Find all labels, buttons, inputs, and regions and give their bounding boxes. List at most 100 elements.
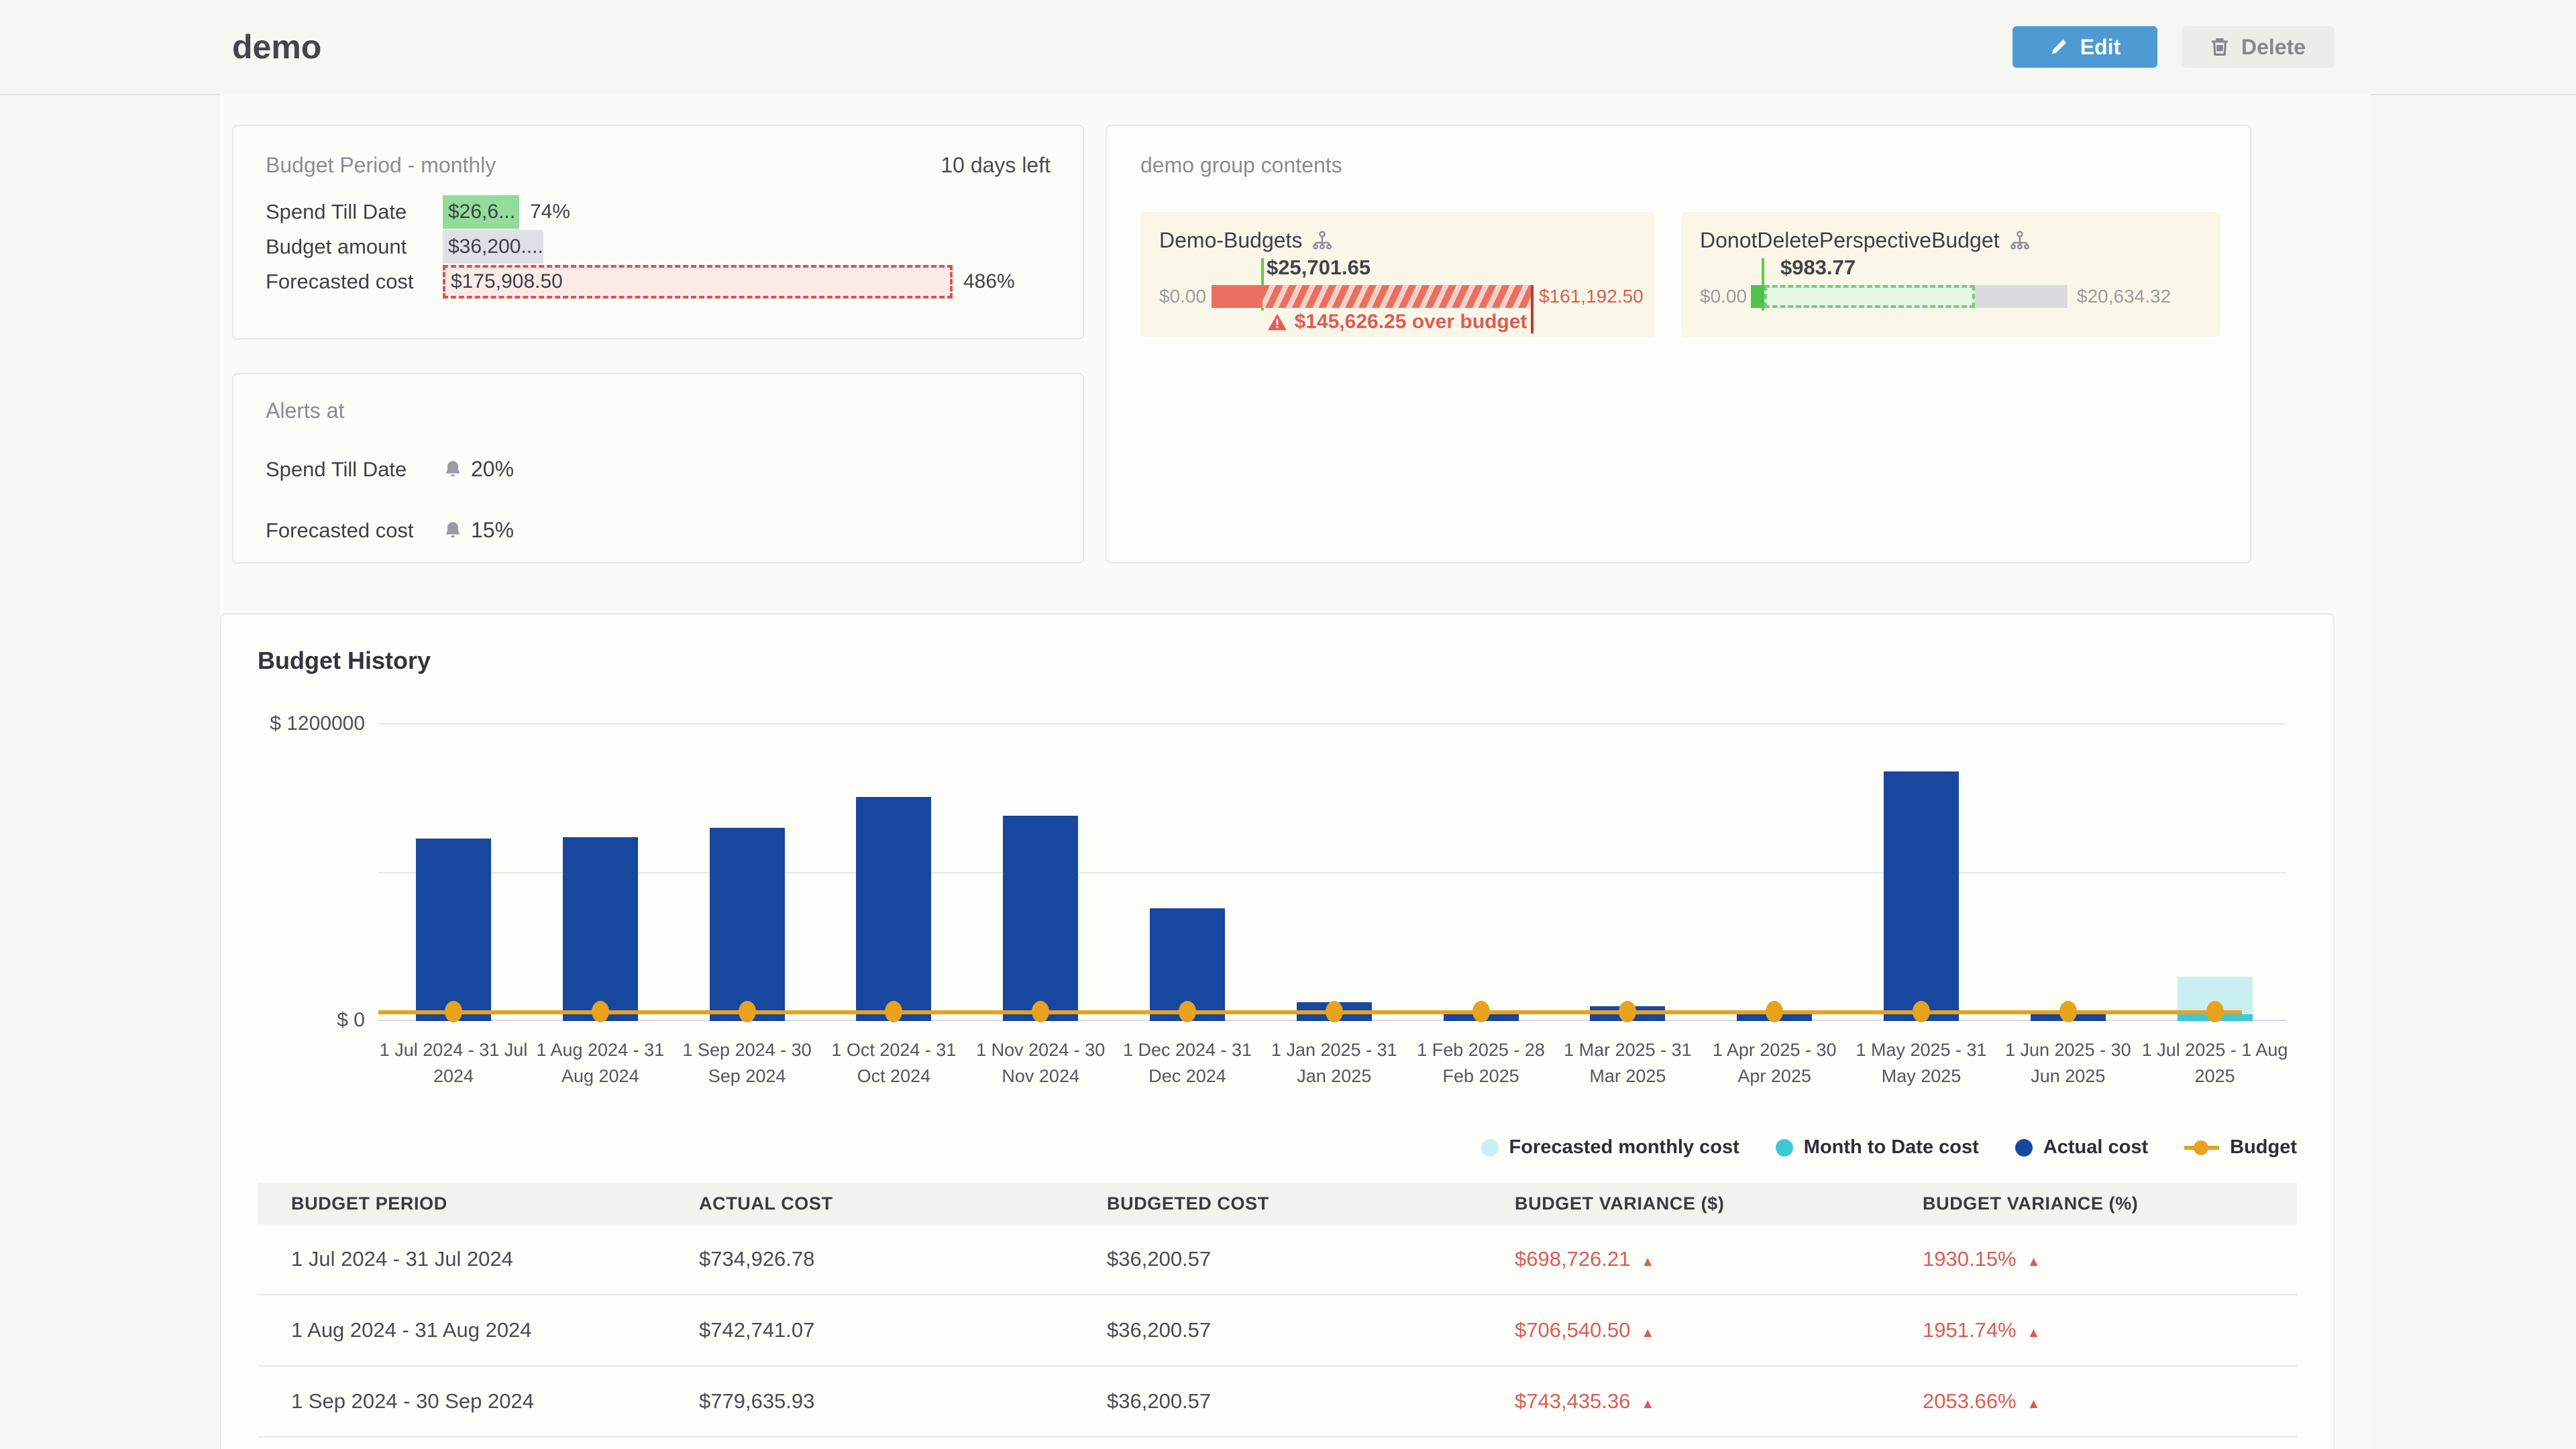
perspective-bar: [1751, 285, 2068, 308]
budget-tile-perspective: DonotDeletePerspectiveBudget $983.77 $0.…: [1681, 212, 2220, 337]
x-axis-label: 1 May 2025 - 31 May 2025: [1843, 1037, 1999, 1089]
chart-bar-actual-cost: [416, 839, 491, 1021]
table-column-header: BUDGET VARIANCE (%): [1889, 1193, 2297, 1214]
forecast-alert-value: 15%: [471, 518, 514, 543]
budget-line-marker: [1472, 1001, 1490, 1022]
legend-item-budget: Budget: [2184, 1136, 2297, 1159]
top-actions: Edit Delete: [2012, 26, 2334, 68]
x-axis-label: 1 Jul 2025 - 1 Aug 2025: [2137, 1037, 2293, 1089]
table-cell-budgeted: $36,200.57: [1073, 1247, 1481, 1271]
forecasted-cost-chip: $175,908.50: [443, 265, 953, 299]
group-contents-label: demo group contents: [1140, 153, 1342, 177]
demo-budgets-link[interactable]: Demo-Budgets: [1159, 228, 1635, 253]
budget-line-marker: [2206, 1001, 2224, 1022]
legend-swatch: [2015, 1139, 2033, 1157]
budget-line-marker: [1032, 1001, 1049, 1022]
demo-budgets-max: $161,192.50: [1539, 285, 1644, 308]
demo-budgets-name: Demo-Budgets: [1159, 228, 1302, 253]
y-axis-tick-max: $ 1200000: [247, 712, 365, 735]
variance-up-icon: ▲: [2027, 1326, 2041, 1340]
legend-item-month-to-date-cost: Month to Date cost: [1776, 1136, 1979, 1159]
edit-button[interactable]: Edit: [2012, 26, 2157, 68]
variance-up-icon: ▲: [1641, 1326, 1654, 1340]
x-axis-label: 1 Oct 2024 - 31 Oct 2024: [816, 1037, 971, 1089]
forecasted-cost-label: Forecasted cost: [266, 270, 443, 294]
chart-legend: Forecasted monthly cost Month to Date cos…: [258, 1136, 2297, 1159]
over-budget-segment: [1263, 285, 1532, 308]
legend-swatch: [1776, 1139, 1793, 1157]
legend-swatch: [2184, 1146, 2219, 1150]
budget-amount-row: Budget amount $36,200....: [266, 230, 1051, 264]
x-axis-label: 1 Jun 2025 - 30 Jun 2025: [1990, 1037, 2146, 1089]
table-cell-variance_pct: 1930.15%▲: [1889, 1247, 2297, 1271]
days-left-text: 10 days left: [941, 153, 1051, 178]
alerts-card-label: Alerts at: [266, 398, 344, 423]
x-axis-label: 1 Dec 2024 - 31 Dec 2024: [1110, 1037, 1265, 1089]
budget-history-title: Budget History: [258, 647, 2297, 675]
variance-up-icon: ▲: [1641, 1254, 1654, 1269]
edit-button-label: Edit: [2080, 35, 2121, 60]
legend-label: Actual cost: [2043, 1136, 2148, 1159]
page-title: demo: [232, 28, 321, 66]
legend-item-actual-cost: Actual cost: [2015, 1136, 2148, 1159]
table-cell-actual: $742,741.07: [665, 1318, 1073, 1342]
delete-button[interactable]: Delete: [2182, 26, 2334, 68]
table-cell-variance_usd: $706,540.50▲: [1481, 1318, 1889, 1342]
x-axis-label: 1 Jul 2024 - 31 Jul 2024: [376, 1037, 531, 1089]
spent-segment: [1212, 285, 1263, 308]
table-cell-actual: $734,926.78: [665, 1247, 1073, 1271]
top-bar: demo Edit Delete: [0, 0, 2576, 95]
budget-history-table: BUDGET PERIODACTUAL COSTBUDGETED COSTBUD…: [258, 1183, 2297, 1438]
legend-label: Budget: [2230, 1136, 2297, 1159]
budget-line-marker: [739, 1001, 756, 1022]
table-cell-budgeted: $36,200.57: [1073, 1318, 1481, 1342]
legend-swatch: [1481, 1139, 1499, 1157]
warning-icon: [1268, 313, 1287, 331]
bell-icon: [443, 460, 463, 480]
demo-budgets-spend-value: $25,701.65: [1267, 256, 1371, 280]
spend-till-date-percent: 74%: [530, 201, 570, 223]
table-cell-variance_pct: 1951.74%▲: [1889, 1318, 2297, 1342]
y-axis-tick-zero: $ 0: [247, 1009, 365, 1032]
chart-bar-actual-cost: [1003, 816, 1078, 1021]
budget-period-label: Budget Period - monthly: [266, 153, 496, 178]
budget-line-marker: [445, 1001, 462, 1022]
hierarchy-icon: [2009, 230, 2031, 252]
table-row: 1 Aug 2024 - 31 Aug 2024$742,741.07$36,2…: [258, 1295, 2297, 1366]
spend-till-date-row: Spend Till Date $26,6... 74%: [266, 195, 1051, 229]
forecasted-cost-percent: 486%: [963, 270, 1015, 293]
table-cell-variance_pct: 2053.66%▲: [1889, 1389, 2297, 1413]
group-contents-card: demo group contents Demo-Budgets $25,701…: [1106, 125, 2251, 564]
budget-amount-chip: $36,200....: [443, 230, 543, 264]
forecast-alert-row: Forecasted cost 15%: [266, 518, 1051, 543]
x-axis-label: 1 Nov 2024 - 30 Nov 2024: [963, 1037, 1118, 1089]
perspective-budget-name: DonotDeletePerspectiveBudget: [1700, 228, 2000, 253]
legend-item-forecasted-monthly-cost: Forecasted monthly cost: [1481, 1136, 1739, 1159]
pencil-icon: [2049, 38, 2068, 56]
spend-till-date-label: Spend Till Date: [266, 200, 443, 224]
x-axis-label: 1 Mar 2025 - 31 Mar 2025: [1550, 1037, 1705, 1089]
spent-segment: [1751, 285, 1764, 308]
legend-label: Forecasted monthly cost: [1509, 1136, 1739, 1159]
budget-line-marker: [2059, 1001, 2077, 1022]
budget-line: [378, 1010, 2242, 1014]
table-cell-budgeted: $36,200.57: [1073, 1389, 1481, 1413]
remaining-segment: [1975, 285, 2068, 308]
chart-bar-actual-cost: [710, 828, 785, 1021]
table-cell-variance_usd: $743,435.36▲: [1481, 1389, 1889, 1413]
table-row: 1 Sep 2024 - 30 Sep 2024$779,635.93$36,2…: [258, 1366, 2297, 1438]
spend-alert-row: Spend Till Date 20%: [266, 457, 1051, 482]
forecasted-cost-row: Forecasted cost $175,908.50 486%: [266, 265, 1051, 299]
variance-up-icon: ▲: [2027, 1397, 2041, 1411]
table-column-header: BUDGET VARIANCE ($): [1481, 1193, 1889, 1214]
budget-line-marker: [1326, 1001, 1343, 1022]
perspective-budget-link[interactable]: DonotDeletePerspectiveBudget: [1700, 228, 2202, 253]
legend-label: Month to Date cost: [1804, 1136, 1979, 1159]
x-axis-label: 1 Feb 2025 - 28 Feb 2025: [1403, 1037, 1559, 1089]
budget-line-marker: [1913, 1001, 1930, 1022]
x-axis-label: 1 Aug 2024 - 31 Aug 2024: [523, 1037, 678, 1089]
over-budget-message: $145,626.25 over budget: [1263, 311, 1532, 333]
x-axis-label: 1 Jan 2025 - 31 Jan 2025: [1256, 1037, 1412, 1089]
perspective-min: $0.00: [1700, 285, 1741, 308]
table-cell-actual: $779,635.93: [665, 1389, 1073, 1413]
